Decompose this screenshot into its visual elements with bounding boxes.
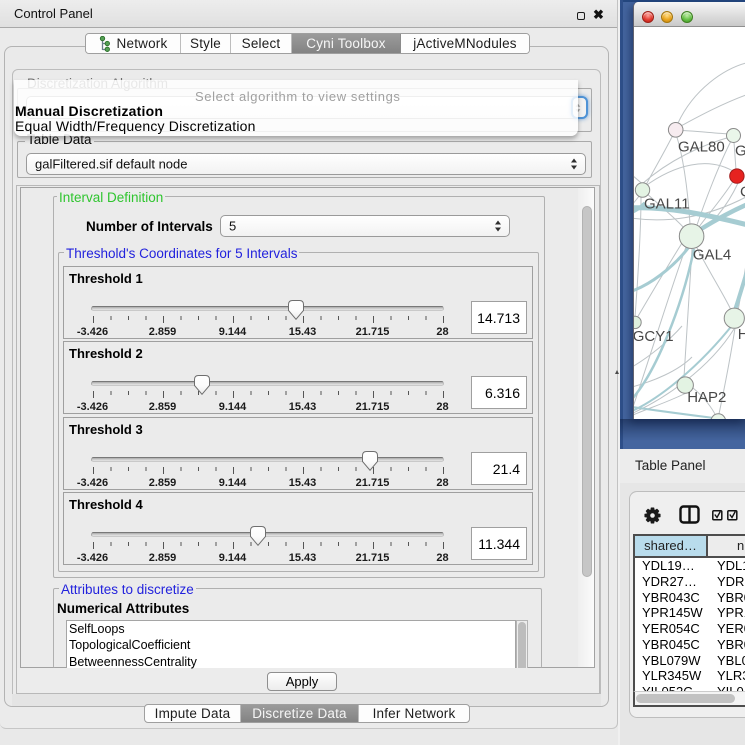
svg-text:H: H	[738, 326, 745, 343]
svg-text:GCY1: GCY1	[634, 328, 674, 345]
svg-text:C: C	[740, 184, 745, 201]
svg-text:HAP2: HAP2	[687, 389, 726, 406]
svg-text:GA: GA	[735, 143, 745, 160]
svg-text:GAL11: GAL11	[644, 196, 690, 213]
svg-text:GAL80: GAL80	[678, 139, 725, 156]
svg-text:GAL4: GAL4	[693, 247, 731, 264]
